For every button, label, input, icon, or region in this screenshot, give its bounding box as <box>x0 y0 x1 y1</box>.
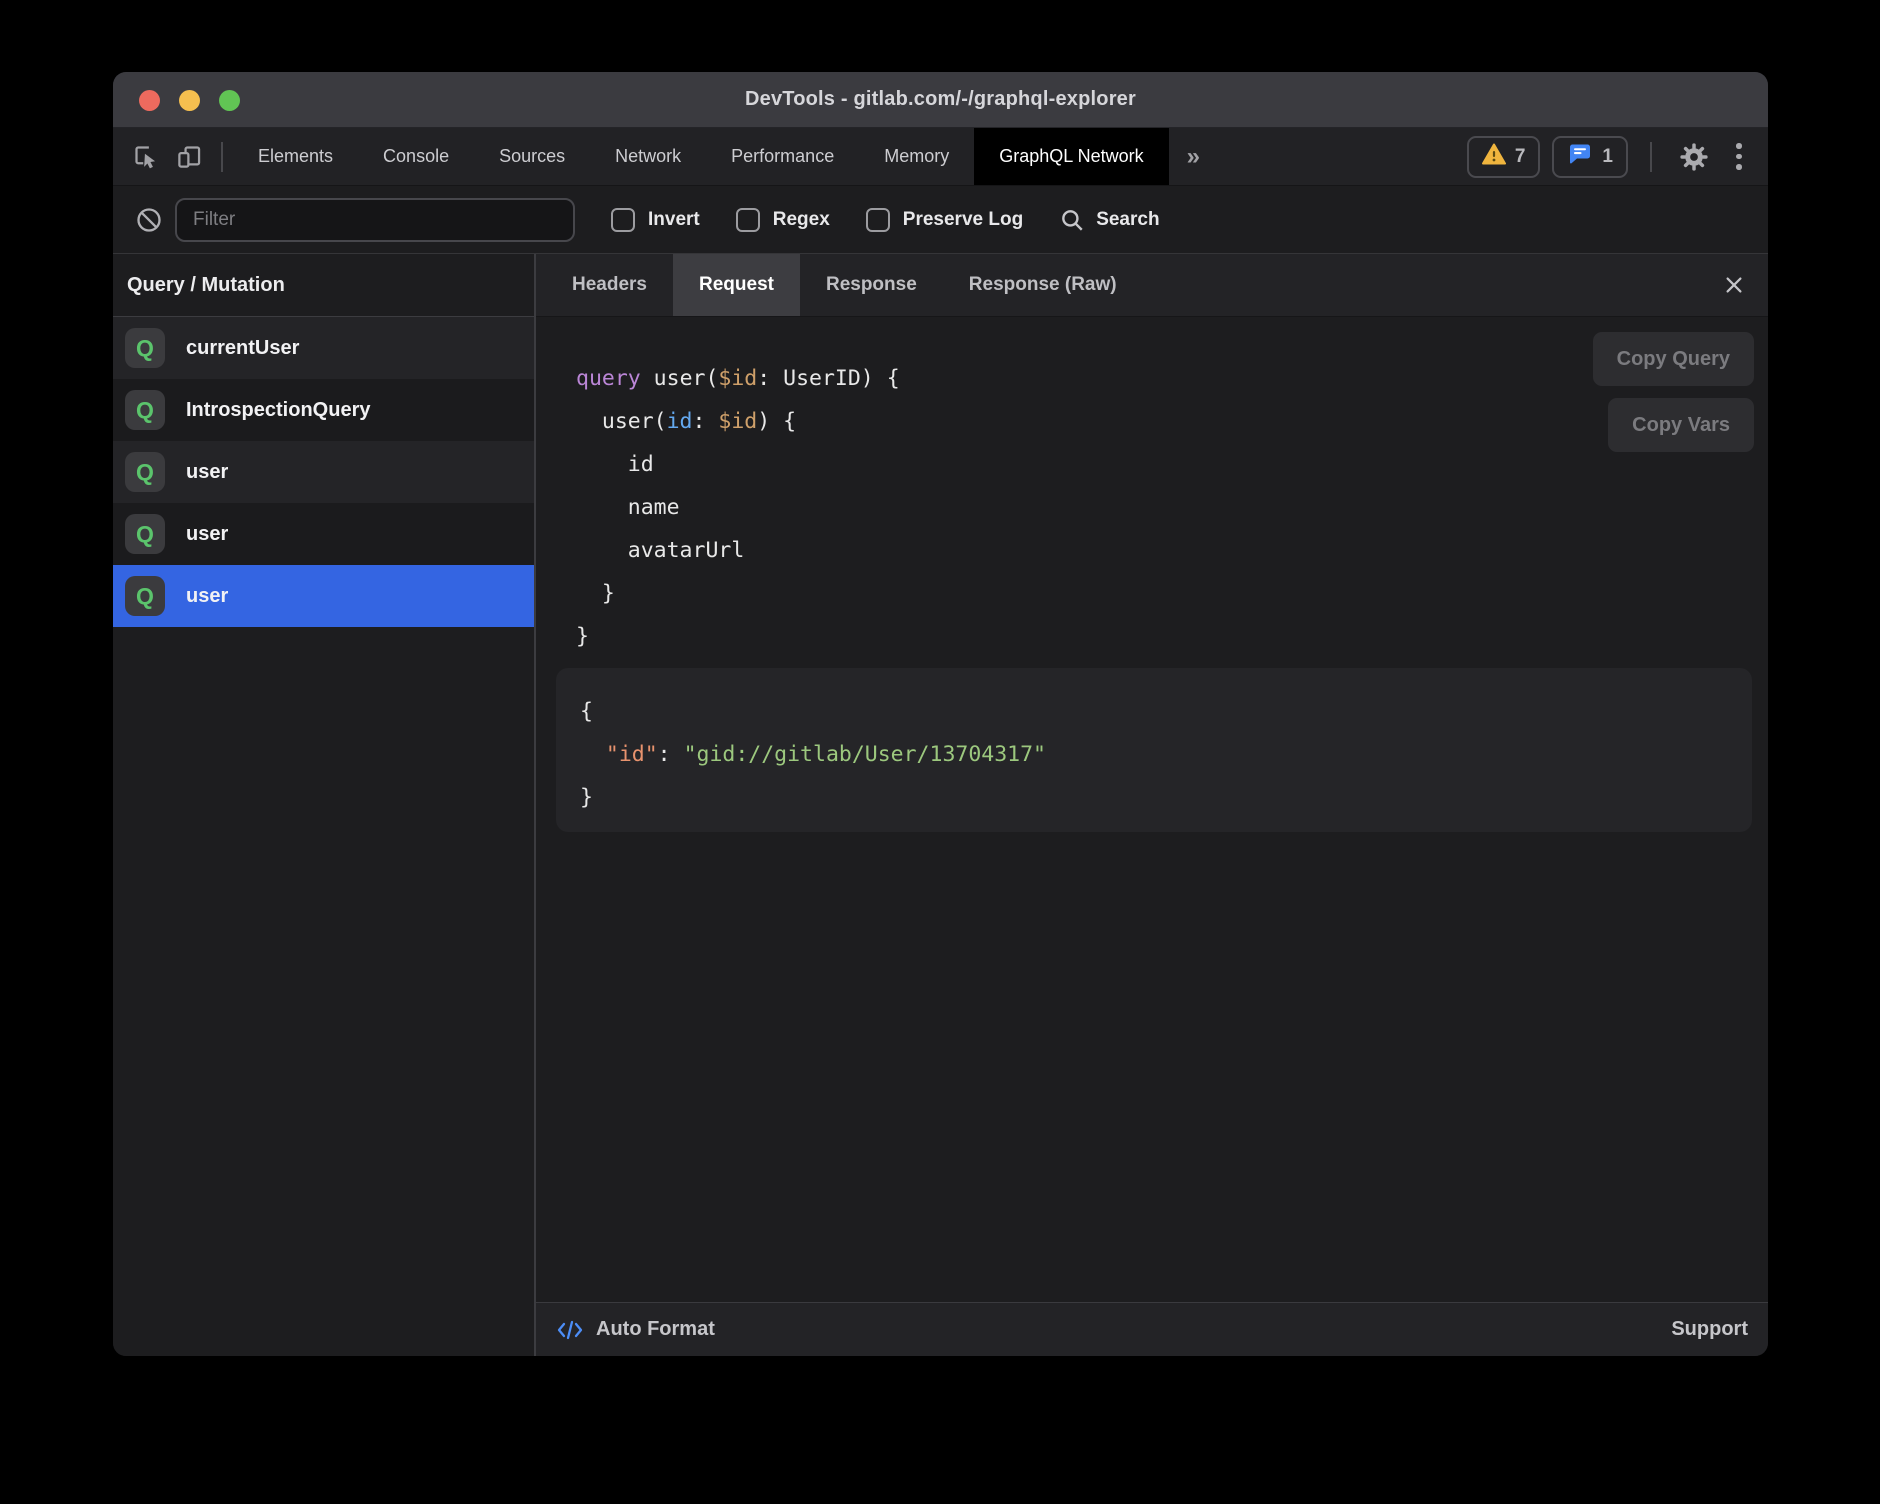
request-list-header: Query / Mutation <box>113 254 534 317</box>
tab-elements[interactable]: Elements <box>233 128 358 185</box>
code-brackets-icon <box>556 1318 584 1342</box>
request-row-introspection-query[interactable]: Q IntrospectionQuery <box>113 379 534 441</box>
query-type-badge: Q <box>125 452 165 492</box>
block-icon <box>135 206 163 234</box>
tab-headers[interactable]: Headers <box>546 254 673 316</box>
copy-query-button[interactable]: Copy Query <box>1593 332 1754 386</box>
request-list: Q currentUser Q IntrospectionQuery Q use… <box>113 317 534 627</box>
detail-tab-bar: Headers Request Response Response (Raw) <box>536 254 1768 317</box>
messages-count: 1 <box>1602 146 1613 168</box>
detail-footer: Auto Format Support <box>536 1302 1768 1356</box>
preserve-log-checkbox[interactable] <box>866 208 890 232</box>
chat-bubble-icon <box>1567 143 1593 171</box>
devtools-window: DevTools - gitlab.com/-/graphql-explorer… <box>113 72 1768 1356</box>
kebab-menu-icon <box>1736 143 1742 149</box>
issues-count: 7 <box>1515 146 1526 168</box>
tab-response[interactable]: Response <box>800 254 943 316</box>
request-tab-content: query user($id: UserID) { user(id: $id) … <box>536 317 1768 1302</box>
regex-checkbox-group[interactable]: Regex <box>736 208 830 232</box>
inspect-cursor-icon <box>132 143 159 170</box>
filter-bar: Invert Regex Preserve Log Search <box>113 186 1768 254</box>
main-toolbar: Elements Console Sources Network Perform… <box>113 128 1768 186</box>
request-variables-box: { "id": "gid://gitlab/User/13704317"} <box>556 668 1752 832</box>
close-traffic-light-icon[interactable] <box>139 90 160 111</box>
invert-checkbox-group[interactable]: Invert <box>611 208 700 232</box>
tab-graphql-network[interactable]: GraphQL Network <box>974 128 1168 185</box>
query-type-badge: Q <box>125 390 165 430</box>
issues-badge[interactable]: 7 <box>1467 136 1541 178</box>
main-menu-button[interactable] <box>1726 143 1752 170</box>
request-variables-code: { "id": "gid://gitlab/User/13704317"} <box>580 690 1752 819</box>
request-row-current-user[interactable]: Q currentUser <box>113 317 534 379</box>
request-query-code: query user($id: UserID) { user(id: $id) … <box>576 357 900 658</box>
auto-format-button[interactable]: Auto Format <box>556 1318 715 1342</box>
invert-checkbox[interactable] <box>611 208 635 232</box>
tab-memory[interactable]: Memory <box>859 128 974 185</box>
tab-console[interactable]: Console <box>358 128 474 185</box>
close-detail-button[interactable] <box>1708 254 1760 316</box>
request-row-user-2[interactable]: Q user <box>113 503 534 565</box>
zoom-traffic-light-icon[interactable] <box>219 90 240 111</box>
request-row-user-3-selected[interactable]: Q user <box>113 565 534 627</box>
tab-sources[interactable]: Sources <box>474 128 590 185</box>
traffic-lights <box>139 72 240 128</box>
request-row-user-1[interactable]: Q user <box>113 441 534 503</box>
filter-input[interactable] <box>175 198 575 242</box>
clear-filter-button[interactable] <box>129 206 169 234</box>
request-detail-panel: Headers Request Response Response (Raw) … <box>536 254 1768 1356</box>
inspect-element-button[interactable] <box>123 128 167 185</box>
warning-triangle-icon <box>1482 143 1506 171</box>
toolbar-right-cluster: 7 1 <box>1467 128 1768 185</box>
device-toolbar-button[interactable] <box>167 128 211 185</box>
support-link[interactable]: Support <box>1671 1318 1748 1341</box>
double-chevron-icon: » <box>1187 143 1200 171</box>
close-x-icon <box>1723 274 1745 296</box>
tab-performance[interactable]: Performance <box>706 128 859 185</box>
copy-buttons: Copy Query Copy Vars <box>1593 332 1754 452</box>
tab-response-raw[interactable]: Response (Raw) <box>943 254 1143 316</box>
main-area: Query / Mutation Q currentUser Q Introsp… <box>113 254 1768 1356</box>
copy-vars-button[interactable]: Copy Vars <box>1608 398 1754 452</box>
search-toggle[interactable]: Search <box>1059 207 1159 233</box>
query-type-badge: Q <box>125 514 165 554</box>
toolbar-divider <box>221 142 223 172</box>
regex-checkbox[interactable] <box>736 208 760 232</box>
device-toolbar-icon <box>176 143 203 170</box>
preserve-log-checkbox-group[interactable]: Preserve Log <box>866 208 1023 232</box>
toolbar-divider-2 <box>1650 142 1652 172</box>
request-list-panel: Query / Mutation Q currentUser Q Introsp… <box>113 254 534 1356</box>
messages-badge[interactable]: 1 <box>1552 136 1628 178</box>
window-title: DevTools - gitlab.com/-/graphql-explorer <box>745 88 1136 111</box>
titlebar: DevTools - gitlab.com/-/graphql-explorer <box>113 72 1768 128</box>
desktop-background: DevTools - gitlab.com/-/graphql-explorer… <box>0 0 1880 1504</box>
minimize-traffic-light-icon[interactable] <box>179 90 200 111</box>
gear-icon <box>1678 141 1710 173</box>
tab-request[interactable]: Request <box>673 254 800 316</box>
more-tabs-button[interactable]: » <box>1169 128 1218 185</box>
search-icon <box>1059 207 1085 233</box>
settings-button[interactable] <box>1674 141 1714 173</box>
tab-network[interactable]: Network <box>590 128 706 185</box>
query-type-badge: Q <box>125 328 165 368</box>
query-type-badge: Q <box>125 576 165 616</box>
